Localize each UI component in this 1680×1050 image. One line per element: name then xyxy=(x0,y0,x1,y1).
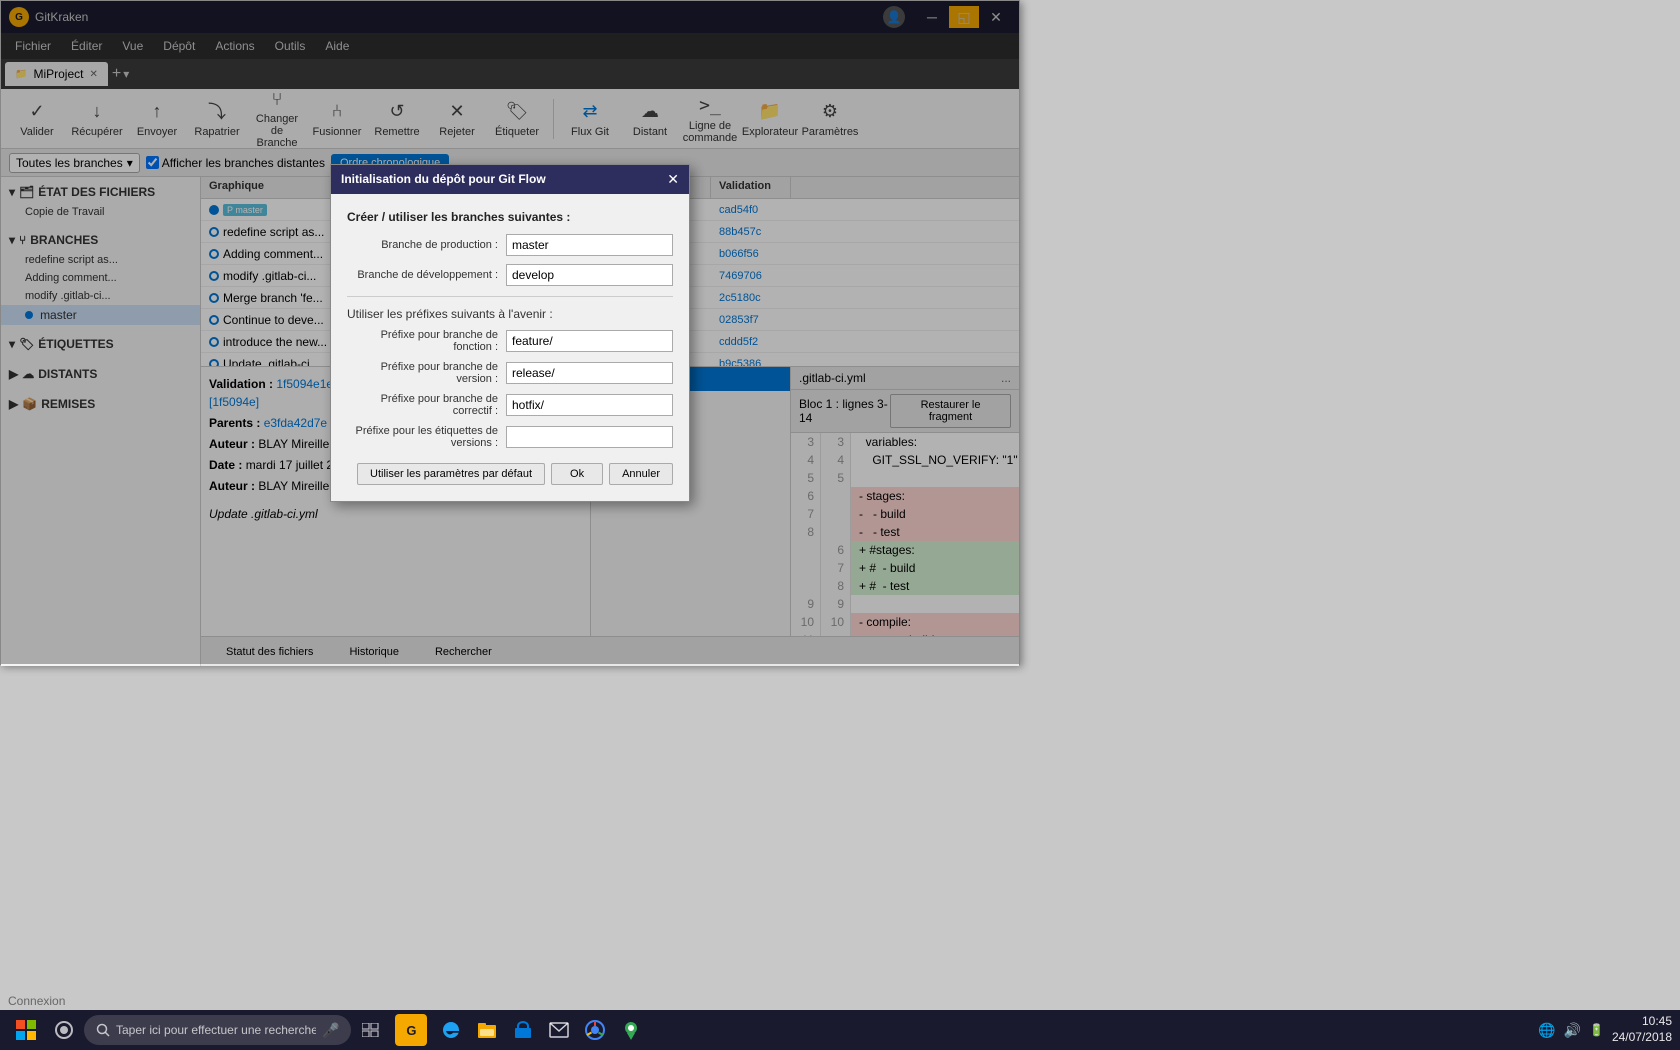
modal-production-label: Branche de production : xyxy=(347,239,506,251)
taskbar: 🎤 G xyxy=(0,1010,1680,1050)
cortana-icon[interactable] xyxy=(48,1014,80,1046)
chrome-icon xyxy=(585,1020,605,1040)
taskbar-edge-icon[interactable] xyxy=(435,1014,467,1046)
modal-feature-input[interactable] xyxy=(506,330,673,352)
clock-time: 10:45 xyxy=(1612,1014,1672,1030)
battery-icon[interactable]: 🔋 xyxy=(1589,1023,1604,1037)
modal-hotfix-input[interactable] xyxy=(506,394,673,416)
modal-use-defaults-btn[interactable]: Utiliser les paramètres par défaut xyxy=(357,463,545,485)
mail-icon xyxy=(549,1021,569,1039)
modal-field-versiontag: Préfixe pour les étiquettes de versions … xyxy=(347,425,673,449)
modal-section1-label: Créer / utiliser les branches suivantes … xyxy=(347,210,673,224)
task-view-squares-icon xyxy=(362,1023,380,1037)
app-window: G GitKraken 👤 ─ ◱ ✕ Fichier Éditer Vue D… xyxy=(0,0,1020,665)
modal-section2-label: Utiliser les préfixes suivants à l'aveni… xyxy=(347,307,673,321)
git-flow-init-dialog: Initialisation du dépôt pour Git Flow ✕ … xyxy=(330,164,690,502)
status-bar: Connexion xyxy=(0,992,73,1010)
modal-title-bar: Initialisation du dépôt pour Git Flow ✕ xyxy=(331,165,689,194)
store-icon xyxy=(513,1020,533,1040)
network-icon[interactable]: 🌐 xyxy=(1538,1022,1555,1039)
taskbar-maps-icon[interactable] xyxy=(615,1014,647,1046)
modal-field-production: Branche de production : xyxy=(347,234,673,256)
taskbar-app-gitkraken[interactable]: G xyxy=(391,1014,431,1046)
taskbar-search-box[interactable]: 🎤 xyxy=(84,1015,351,1045)
task-view-icon[interactable] xyxy=(355,1014,387,1046)
modal-field-hotfix: Préfixe pour branche de correctif : xyxy=(347,393,673,417)
connection-label: Connexion xyxy=(8,994,65,1008)
taskbar-explorer-icon[interactable] xyxy=(471,1014,503,1046)
search-icon xyxy=(96,1023,110,1037)
modal-hotfix-label: Préfixe pour branche de correctif : xyxy=(347,393,506,417)
modal-release-label: Préfixe pour branche de version : xyxy=(347,361,506,385)
clock-date: 24/07/2018 xyxy=(1612,1030,1672,1046)
modal-field-release: Préfixe pour branche de version : xyxy=(347,361,673,385)
modal-develop-label: Branche de développement : xyxy=(347,269,506,281)
taskbar-search-input[interactable] xyxy=(116,1023,316,1037)
modal-ok-btn[interactable]: Ok xyxy=(551,463,603,485)
taskbar-mail-icon[interactable] xyxy=(543,1014,575,1046)
modal-field-develop: Branche de développement : xyxy=(347,264,673,286)
modal-cancel-btn[interactable]: Annuler xyxy=(609,463,673,485)
modal-close-btn[interactable]: ✕ xyxy=(667,171,679,188)
volume-icon[interactable]: 🔊 xyxy=(1564,1022,1581,1039)
edge-icon xyxy=(441,1020,461,1040)
modal-title: Initialisation du dépôt pour Git Flow xyxy=(341,172,546,186)
modal-versiontag-input[interactable] xyxy=(506,426,673,448)
modal-field-feature: Préfixe pour branche de fonction : xyxy=(347,329,673,353)
modal-buttons: Utiliser les paramètres par défaut Ok An… xyxy=(347,463,673,485)
modal-release-input[interactable] xyxy=(506,362,673,384)
taskbar-chrome-icon[interactable] xyxy=(579,1014,611,1046)
modal-versiontag-label: Préfixe pour les étiquettes de versions … xyxy=(347,425,506,449)
modal-body: Créer / utiliser les branches suivantes … xyxy=(331,194,689,501)
system-tray: 🌐 🔊 🔋 10:45 24/07/2018 xyxy=(1538,1014,1672,1045)
modal-sep1 xyxy=(347,296,673,297)
mic-icon[interactable]: 🎤 xyxy=(322,1022,339,1039)
cortana-circle-icon xyxy=(55,1021,73,1039)
gitkraken-taskbar-icon: G xyxy=(395,1014,427,1046)
file-explorer-icon xyxy=(477,1020,497,1040)
start-button[interactable] xyxy=(8,1012,44,1048)
system-clock[interactable]: 10:45 24/07/2018 xyxy=(1612,1014,1672,1045)
maps-icon xyxy=(621,1020,641,1040)
modal-overlay: Initialisation du dépôt pour Git Flow ✕ … xyxy=(1,1,1019,664)
modal-develop-input[interactable] xyxy=(506,264,673,286)
modal-production-input[interactable] xyxy=(506,234,673,256)
windows-logo-icon xyxy=(16,1020,36,1040)
taskbar-store-icon[interactable] xyxy=(507,1014,539,1046)
modal-feature-label: Préfixe pour branche de fonction : xyxy=(347,329,506,353)
